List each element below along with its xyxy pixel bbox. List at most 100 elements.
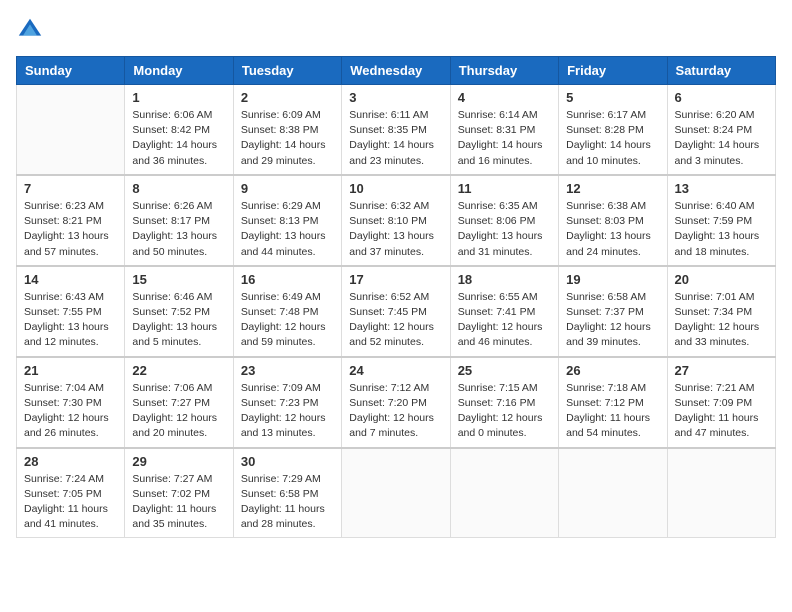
calendar-cell xyxy=(667,448,775,538)
day-number: 28 xyxy=(24,454,117,469)
calendar-cell: 16 Sunrise: 6:49 AM Sunset: 7:48 PM Dayli… xyxy=(233,266,341,357)
calendar-cell: 15 Sunrise: 6:46 AM Sunset: 7:52 PM Dayli… xyxy=(125,266,233,357)
day-info: Sunrise: 7:04 AM Sunset: 7:30 PM Dayligh… xyxy=(24,381,117,442)
calendar-cell: 23 Sunrise: 7:09 AM Sunset: 7:23 PM Dayli… xyxy=(233,357,341,448)
calendar-cell xyxy=(559,448,667,538)
day-number: 20 xyxy=(675,272,768,287)
day-number: 8 xyxy=(132,181,225,196)
day-info: Sunrise: 6:35 AM Sunset: 8:06 PM Dayligh… xyxy=(458,199,551,260)
day-info: Sunrise: 6:52 AM Sunset: 7:45 PM Dayligh… xyxy=(349,290,442,351)
day-number: 24 xyxy=(349,363,442,378)
day-info: Sunrise: 6:55 AM Sunset: 7:41 PM Dayligh… xyxy=(458,290,551,351)
header-wednesday: Wednesday xyxy=(342,57,450,85)
day-number: 21 xyxy=(24,363,117,378)
calendar-cell: 9 Sunrise: 6:29 AM Sunset: 8:13 PM Daylig… xyxy=(233,175,341,266)
day-info: Sunrise: 7:12 AM Sunset: 7:20 PM Dayligh… xyxy=(349,381,442,442)
day-number: 16 xyxy=(241,272,334,287)
calendar-cell: 7Sunrise: 6:23 AM Sunset: 8:21 PM Daylig… xyxy=(17,175,125,266)
day-number: 22 xyxy=(132,363,225,378)
header-sunday: Sunday xyxy=(17,57,125,85)
header-thursday: Thursday xyxy=(450,57,558,85)
day-number: 27 xyxy=(675,363,768,378)
day-info: Sunrise: 7:15 AM Sunset: 7:16 PM Dayligh… xyxy=(458,381,551,442)
day-number: 10 xyxy=(349,181,442,196)
calendar-cell: 26Sunrise: 7:18 AM Sunset: 7:12 PM Dayli… xyxy=(559,357,667,448)
day-info: Sunrise: 6:26 AM Sunset: 8:17 PM Dayligh… xyxy=(132,199,225,260)
week-row-2: 14 Sunrise: 6:43 AM Sunset: 7:55 PM Dayli… xyxy=(17,266,776,357)
header-friday: Friday xyxy=(559,57,667,85)
calendar-cell: 18Sunrise: 6:55 AM Sunset: 7:41 PM Dayli… xyxy=(450,266,558,357)
calendar-cell: 6 Sunrise: 6:20 AM Sunset: 8:24 PM Daylig… xyxy=(667,85,775,175)
day-info: Sunrise: 7:06 AM Sunset: 7:27 PM Dayligh… xyxy=(132,381,225,442)
day-info: Sunrise: 7:01 AM Sunset: 7:34 PM Dayligh… xyxy=(675,290,768,351)
calendar-header-row: SundayMondayTuesdayWednesdayThursdayFrid… xyxy=(17,57,776,85)
day-number: 14 xyxy=(24,272,117,287)
calendar-cell: 11 Sunrise: 6:35 AM Sunset: 8:06 PM Dayli… xyxy=(450,175,558,266)
logo-icon xyxy=(16,16,44,44)
day-info: Sunrise: 6:43 AM Sunset: 7:55 PM Dayligh… xyxy=(24,290,117,351)
calendar-cell: 19Sunrise: 6:58 AM Sunset: 7:37 PM Dayli… xyxy=(559,266,667,357)
day-info: Sunrise: 6:09 AM Sunset: 8:38 PM Dayligh… xyxy=(241,108,334,169)
day-info: Sunrise: 7:21 AM Sunset: 7:09 PM Dayligh… xyxy=(675,381,768,442)
calendar-cell: 10 Sunrise: 6:32 AM Sunset: 8:10 PM Dayli… xyxy=(342,175,450,266)
day-info: Sunrise: 7:18 AM Sunset: 7:12 PM Dayligh… xyxy=(566,381,659,442)
day-number: 2 xyxy=(241,90,334,105)
calendar-cell: 5 Sunrise: 6:17 AM Sunset: 8:28 PM Daylig… xyxy=(559,85,667,175)
calendar-cell: 8 Sunrise: 6:26 AM Sunset: 8:17 PM Daylig… xyxy=(125,175,233,266)
day-info: Sunrise: 6:11 AM Sunset: 8:35 PM Dayligh… xyxy=(349,108,442,169)
calendar-cell: 4 Sunrise: 6:14 AM Sunset: 8:31 PM Daylig… xyxy=(450,85,558,175)
day-number: 6 xyxy=(675,90,768,105)
day-number: 23 xyxy=(241,363,334,378)
day-info: Sunrise: 6:46 AM Sunset: 7:52 PM Dayligh… xyxy=(132,290,225,351)
day-number: 7 xyxy=(24,181,117,196)
day-number: 3 xyxy=(349,90,442,105)
calendar-cell: 20 Sunrise: 7:01 AM Sunset: 7:34 PM Dayli… xyxy=(667,266,775,357)
day-number: 5 xyxy=(566,90,659,105)
calendar-cell: 25 Sunrise: 7:15 AM Sunset: 7:16 PM Dayli… xyxy=(450,357,558,448)
day-info: Sunrise: 6:20 AM Sunset: 8:24 PM Dayligh… xyxy=(675,108,768,169)
calendar-cell: 24 Sunrise: 7:12 AM Sunset: 7:20 PM Dayli… xyxy=(342,357,450,448)
day-number: 17 xyxy=(349,272,442,287)
day-number: 29 xyxy=(132,454,225,469)
calendar-cell: 2 Sunrise: 6:09 AM Sunset: 8:38 PM Daylig… xyxy=(233,85,341,175)
calendar-cell: 3 Sunrise: 6:11 AM Sunset: 8:35 PM Daylig… xyxy=(342,85,450,175)
day-info: Sunrise: 6:49 AM Sunset: 7:48 PM Dayligh… xyxy=(241,290,334,351)
day-number: 13 xyxy=(675,181,768,196)
calendar-cell: 12Sunrise: 6:38 AM Sunset: 8:03 PM Dayli… xyxy=(559,175,667,266)
day-number: 15 xyxy=(132,272,225,287)
day-info: Sunrise: 7:27 AM Sunset: 7:02 PM Dayligh… xyxy=(132,472,225,533)
day-number: 11 xyxy=(458,181,551,196)
week-row-3: 21 Sunrise: 7:04 AM Sunset: 7:30 PM Dayli… xyxy=(17,357,776,448)
day-number: 4 xyxy=(458,90,551,105)
day-info: Sunrise: 6:06 AM Sunset: 8:42 PM Dayligh… xyxy=(132,108,225,169)
day-number: 30 xyxy=(241,454,334,469)
calendar-cell xyxy=(342,448,450,538)
calendar-cell: 14 Sunrise: 6:43 AM Sunset: 7:55 PM Dayli… xyxy=(17,266,125,357)
calendar-cell: 1 Sunrise: 6:06 AM Sunset: 8:42 PM Daylig… xyxy=(125,85,233,175)
calendar-cell xyxy=(450,448,558,538)
day-info: Sunrise: 6:29 AM Sunset: 8:13 PM Dayligh… xyxy=(241,199,334,260)
page-header xyxy=(16,16,776,44)
calendar-cell: 29 Sunrise: 7:27 AM Sunset: 7:02 PM Dayli… xyxy=(125,448,233,538)
calendar-table: SundayMondayTuesdayWednesdayThursdayFrid… xyxy=(16,56,776,538)
day-number: 9 xyxy=(241,181,334,196)
calendar-cell: 21 Sunrise: 7:04 AM Sunset: 7:30 PM Dayli… xyxy=(17,357,125,448)
day-info: Sunrise: 6:14 AM Sunset: 8:31 PM Dayligh… xyxy=(458,108,551,169)
day-info: Sunrise: 6:17 AM Sunset: 8:28 PM Dayligh… xyxy=(566,108,659,169)
calendar-cell xyxy=(17,85,125,175)
day-info: Sunrise: 6:32 AM Sunset: 8:10 PM Dayligh… xyxy=(349,199,442,260)
week-row-0: 1 Sunrise: 6:06 AM Sunset: 8:42 PM Daylig… xyxy=(17,85,776,175)
day-info: Sunrise: 7:24 AM Sunset: 7:05 PM Dayligh… xyxy=(24,472,117,533)
day-number: 1 xyxy=(132,90,225,105)
calendar-cell: 28 Sunrise: 7:24 AM Sunset: 7:05 PM Dayli… xyxy=(17,448,125,538)
calendar-cell: 22 Sunrise: 7:06 AM Sunset: 7:27 PM Dayli… xyxy=(125,357,233,448)
day-info: Sunrise: 7:09 AM Sunset: 7:23 PM Dayligh… xyxy=(241,381,334,442)
logo xyxy=(16,16,48,44)
day-number: 19 xyxy=(566,272,659,287)
week-row-1: 7Sunrise: 6:23 AM Sunset: 8:21 PM Daylig… xyxy=(17,175,776,266)
week-row-4: 28 Sunrise: 7:24 AM Sunset: 7:05 PM Dayli… xyxy=(17,448,776,538)
day-number: 25 xyxy=(458,363,551,378)
day-info: Sunrise: 7:29 AM Sunset: 6:58 PM Dayligh… xyxy=(241,472,334,533)
day-info: Sunrise: 6:40 AM Sunset: 7:59 PM Dayligh… xyxy=(675,199,768,260)
header-tuesday: Tuesday xyxy=(233,57,341,85)
